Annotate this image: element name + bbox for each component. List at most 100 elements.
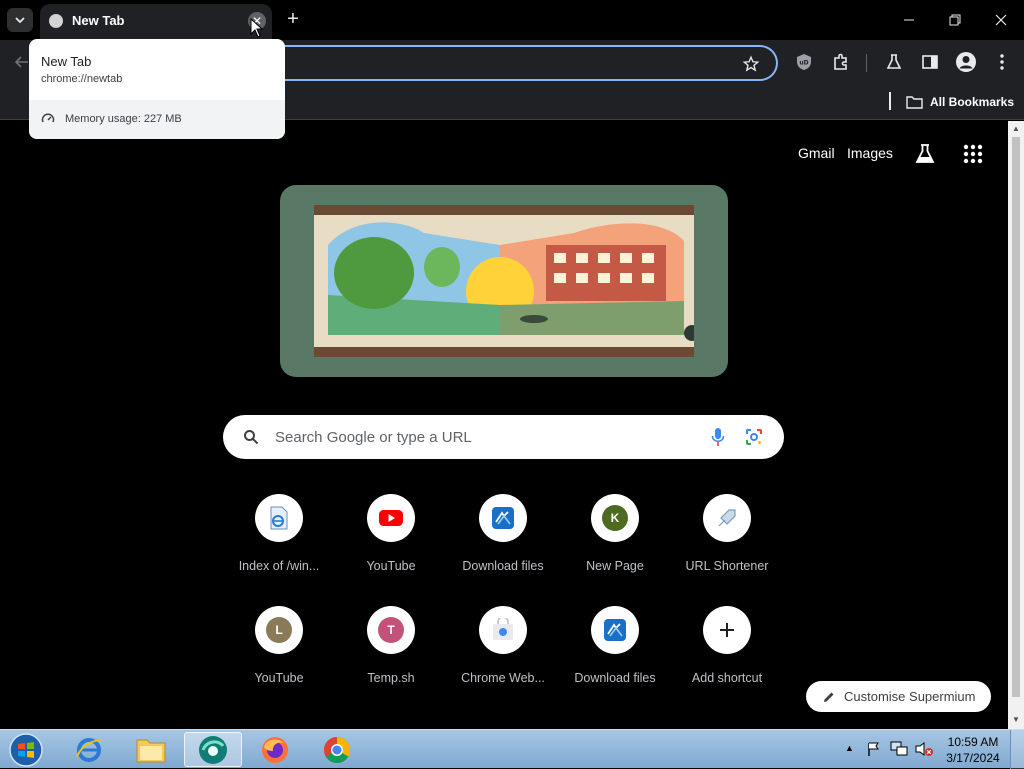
tab-new-tab[interactable]: New Tab ✕	[40, 4, 272, 40]
shortcut-label: Index of /win...	[238, 559, 320, 573]
hover-card-memory-section: Memory usage: 227 MB	[29, 100, 285, 139]
taskbar-internet-explorer[interactable]	[60, 732, 118, 767]
shortcut-tile[interactable]: Chrome Web...	[447, 606, 559, 718]
shortcut-label: URL Shortener	[685, 559, 769, 573]
all-bookmarks-button[interactable]: All Bookmarks	[906, 92, 1014, 112]
restore-button[interactable]	[932, 0, 978, 40]
menu-kebab-icon[interactable]	[992, 52, 1012, 72]
action-center-flag-icon[interactable]	[866, 741, 882, 757]
ublock-extension-icon[interactable]: uD	[794, 52, 814, 72]
customise-button[interactable]: Customise Supermium	[806, 681, 991, 712]
chevron-down-icon	[15, 17, 25, 24]
ie-document-icon	[255, 494, 303, 542]
new-tab-page: Gmail Images Search Google or type a URL…	[0, 121, 1008, 729]
taskbar-clock[interactable]: 10:59 AM 3/17/2024	[940, 734, 1006, 766]
folder-icon	[136, 739, 166, 762]
minimize-icon	[904, 19, 914, 21]
profile-avatar-icon[interactable]	[955, 51, 977, 73]
taskbar-file-explorer[interactable]	[122, 732, 180, 767]
url-shortener-icon	[703, 494, 751, 542]
microphone-icon[interactable]	[711, 427, 725, 447]
download-files-icon	[479, 494, 527, 542]
page-scrollbar[interactable]: ▲ ▼	[1008, 121, 1024, 729]
gmail-link[interactable]: Gmail	[798, 145, 835, 161]
address-bar[interactable]	[275, 45, 778, 81]
taskbar-supermium[interactable]	[184, 732, 242, 767]
clock-time: 10:59 AM	[947, 735, 999, 749]
close-icon	[995, 14, 1007, 26]
network-icon[interactable]	[890, 741, 908, 757]
firefox-icon	[262, 736, 288, 763]
google-apps-grid-icon[interactable]	[963, 144, 983, 169]
scroll-up-arrow-icon[interactable]: ▲	[1012, 124, 1020, 133]
shortcut-label: Add shortcut	[691, 671, 763, 685]
shortcut-tile[interactable]: T Temp.sh	[335, 606, 447, 718]
taskbar-firefox[interactable]	[246, 732, 304, 767]
start-button[interactable]	[0, 732, 52, 767]
labs-flask-icon[interactable]	[914, 143, 936, 170]
search-icon	[244, 430, 259, 445]
taskbar-chrome[interactable]	[308, 732, 366, 767]
scrollbar-thumb[interactable]	[1012, 137, 1020, 697]
shortcut-label: Chrome Web...	[461, 671, 545, 685]
shortcut-tile[interactable]: URL Shortener	[671, 494, 783, 606]
shortcut-tile[interactable]: K New Page	[559, 494, 671, 606]
shortcut-tile[interactable]: L YouTube	[223, 606, 335, 718]
shortcut-tile[interactable]: Download files	[447, 494, 559, 606]
shortcut-tile[interactable]: Download files	[559, 606, 671, 718]
folder-icon	[906, 96, 923, 109]
new-tab-button[interactable]: +	[282, 8, 304, 30]
extensions-puzzle-icon[interactable]	[831, 52, 851, 72]
memory-usage-text: Memory usage: 227 MB	[65, 113, 182, 125]
search-box[interactable]: Search Google or type a URL	[223, 415, 784, 459]
hover-card-title: New Tab	[41, 54, 92, 69]
doodle-illustration	[314, 205, 694, 357]
hover-card-url: chrome://newtab	[41, 73, 123, 85]
letter-t-icon: T	[367, 606, 415, 654]
close-window-button[interactable]	[978, 0, 1024, 40]
toolbar-divider	[866, 54, 867, 72]
letter-k-icon: K	[591, 494, 639, 542]
scroll-down-arrow-icon[interactable]: ▼	[1012, 715, 1020, 724]
clock-date: 3/17/2024	[946, 751, 1000, 765]
side-panel-icon[interactable]	[920, 52, 940, 72]
search-placeholder: Search Google or type a URL	[275, 429, 472, 446]
bookmark-star-icon[interactable]	[741, 54, 761, 74]
google-doodle[interactable]	[280, 185, 728, 377]
windows-start-orb-icon	[9, 732, 43, 767]
shortcut-tile[interactable]: Index of /win...	[223, 494, 335, 606]
shortcut-label: Download files	[574, 671, 656, 685]
tab-title: New Tab	[72, 13, 125, 28]
google-lens-icon[interactable]	[745, 428, 763, 446]
tray-overflow-arrow-icon[interactable]: ▲	[845, 743, 854, 753]
all-bookmarks-label: All Bookmarks	[930, 95, 1015, 109]
letter-avatar: K	[602, 505, 628, 531]
tab-strip: New Tab ✕ +	[0, 0, 1024, 40]
back-arrow-icon	[14, 56, 28, 68]
chrome-web-store-icon	[479, 606, 527, 654]
shortcut-label: YouTube	[366, 559, 416, 573]
memory-gauge-icon	[41, 113, 55, 123]
shortcut-label: Download files	[462, 559, 544, 573]
shortcut-label: New Page	[586, 559, 644, 573]
labs-flask-icon[interactable]	[884, 52, 904, 72]
customise-label: Customise Supermium	[844, 689, 976, 704]
shortcut-label: YouTube	[254, 671, 304, 685]
tab-favicon-icon	[49, 14, 63, 28]
pencil-icon	[824, 692, 834, 702]
shortcut-tile[interactable]: YouTube	[335, 494, 447, 606]
youtube-icon	[367, 494, 415, 542]
show-desktop-button[interactable]	[1010, 730, 1024, 769]
minimize-button[interactable]	[886, 0, 932, 40]
add-shortcut-tile[interactable]: Add shortcut	[671, 606, 783, 718]
volume-muted-icon[interactable]	[914, 741, 934, 757]
restore-icon	[949, 14, 961, 26]
letter-avatar: T	[378, 617, 404, 643]
shortcut-label: Temp.sh	[367, 671, 415, 685]
images-link[interactable]: Images	[847, 145, 893, 161]
download-files-icon	[591, 606, 639, 654]
plus-icon	[703, 606, 751, 654]
windows-taskbar: ▲ 10:59 AM 3/17/2024	[0, 729, 1024, 769]
supermium-icon	[199, 735, 227, 764]
tab-search-button[interactable]	[7, 8, 33, 32]
